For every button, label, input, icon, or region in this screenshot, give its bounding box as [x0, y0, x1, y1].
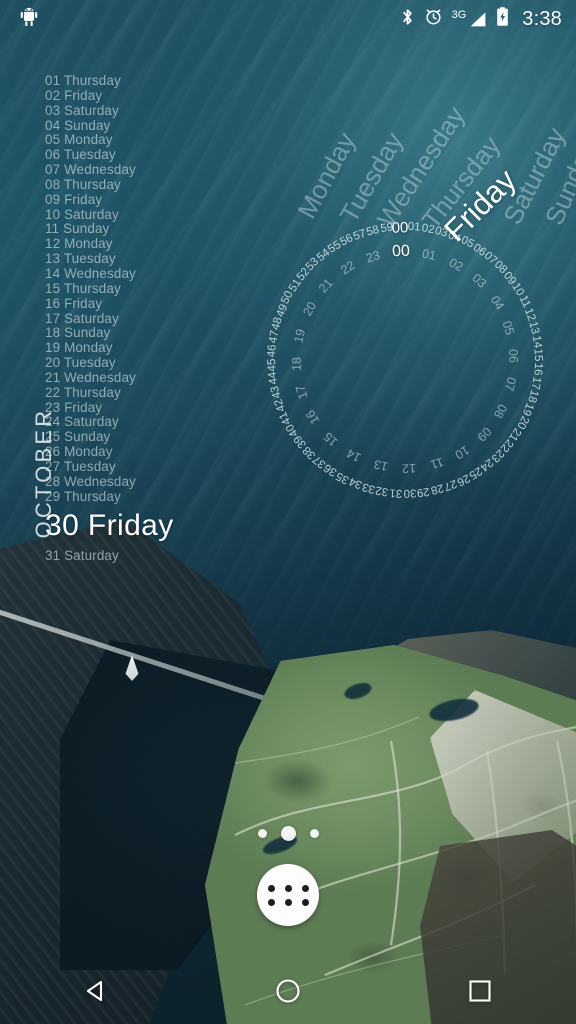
day-list-item[interactable]: 11 Sunday [45, 222, 174, 237]
day-list-item[interactable]: 03 Saturday [45, 103, 174, 119]
app-drawer-dot [267, 898, 275, 906]
day-list-item[interactable]: 07 Wednesday [45, 162, 174, 178]
page-indicator-dots[interactable] [0, 826, 576, 841]
day-list-item[interactable]: 16 Friday [45, 296, 174, 312]
day-list-item[interactable]: 17 Saturday [45, 311, 174, 327]
day-list-item[interactable]: 23 Friday [45, 400, 174, 416]
navigation-bar [0, 958, 576, 1024]
day-list-item[interactable]: 04 Sunday [45, 118, 174, 134]
day-list-item[interactable]: 13 Tuesday [45, 251, 174, 267]
signal-3g-icon: 3G [451, 8, 488, 28]
day-list[interactable]: 01 Thursday 02 Friday 03 Saturday 04 Sunday… [45, 73, 174, 564]
day-list-item[interactable]: 18 Sunday [45, 325, 174, 341]
day-list-item[interactable]: 01 Thursday [45, 73, 174, 89]
day-list-item[interactable]: 15 Thursday [45, 281, 174, 297]
page-dot[interactable] [309, 829, 319, 838]
calendar-widget[interactable]: OCTOBER 01 Thursday 02 Friday 03 Saturday 0… [0, 60, 250, 563]
network-type-label: 3G [451, 8, 467, 21]
day-list-item[interactable]: 27 Tuesday [45, 459, 174, 475]
weekday-fan[interactable]: Monday Tuesday Wednesday Thursday Friday Satu… [250, 55, 576, 248]
day-list-item[interactable]: 06 Tuesday [45, 147, 174, 163]
back-button[interactable] [0, 958, 192, 1024]
day-list-item[interactable]: 20 Tuesday [45, 355, 174, 371]
app-drawer-dot [284, 898, 292, 906]
day-list-item[interactable]: 09 Friday [45, 192, 174, 208]
app-drawer-dot [284, 884, 292, 892]
day-list-item[interactable]: 10 Saturday [45, 207, 174, 223]
day-list-item[interactable]: 05 Monday [45, 133, 174, 148]
day-list-item[interactable]: 08 Thursday [45, 177, 174, 193]
home-screen: 3G 3:38 OCTOBER 01 Thursday 02 Friday 03 S… [0, 0, 576, 1024]
day-list-item[interactable]: 14 Wednesday [45, 266, 174, 282]
page-dot-active[interactable] [280, 826, 296, 841]
day-list-item[interactable]: 25 Sunday [45, 429, 174, 445]
recents-square-icon [464, 975, 496, 1007]
day-list-item[interactable]: 29 Thursday [45, 489, 174, 505]
status-bar[interactable]: 3G 3:38 [0, 0, 576, 38]
recents-button[interactable] [384, 958, 576, 1024]
back-triangle-icon [80, 975, 112, 1007]
day-list-item[interactable]: 26 Monday [45, 444, 174, 460]
day-list-item[interactable]: 21 Wednesday [45, 370, 174, 386]
app-drawer-dot [301, 898, 309, 906]
day-list-item-today[interactable]: 30 Friday [45, 505, 174, 547]
day-list-item[interactable]: 31 Saturday [45, 549, 174, 564]
home-circle-icon [272, 975, 304, 1007]
day-list-item[interactable]: 02 Friday [45, 88, 174, 104]
android-robot-icon [18, 6, 40, 33]
status-bar-notifications[interactable] [18, 6, 40, 33]
day-list-item[interactable]: 22 Thursday [45, 385, 174, 401]
battery-charging-icon [496, 6, 509, 32]
app-drawer-dot [267, 884, 275, 892]
day-list-item[interactable]: 28 Wednesday [45, 474, 174, 490]
time-dial[interactable]: 00 01 02 03 04 05 06 07 08 09 10 11 12 13 14 15 16 17 18 19… [262, 217, 548, 503]
status-bar-clock: 3:38 [522, 7, 562, 30]
status-bar-system-icons[interactable]: 3G 3:38 [400, 6, 562, 32]
page-dot[interactable] [257, 829, 267, 838]
app-drawer-button[interactable] [257, 864, 319, 926]
alarm-clock-icon [424, 7, 443, 31]
bluetooth-icon [400, 7, 415, 32]
day-list-item[interactable]: 12 Monday [45, 236, 174, 252]
day-list-item[interactable]: 24 Saturday [45, 415, 174, 430]
day-list-item[interactable]: 19 Monday [45, 340, 174, 356]
home-button[interactable] [192, 958, 384, 1024]
app-drawer-dot [301, 884, 309, 892]
